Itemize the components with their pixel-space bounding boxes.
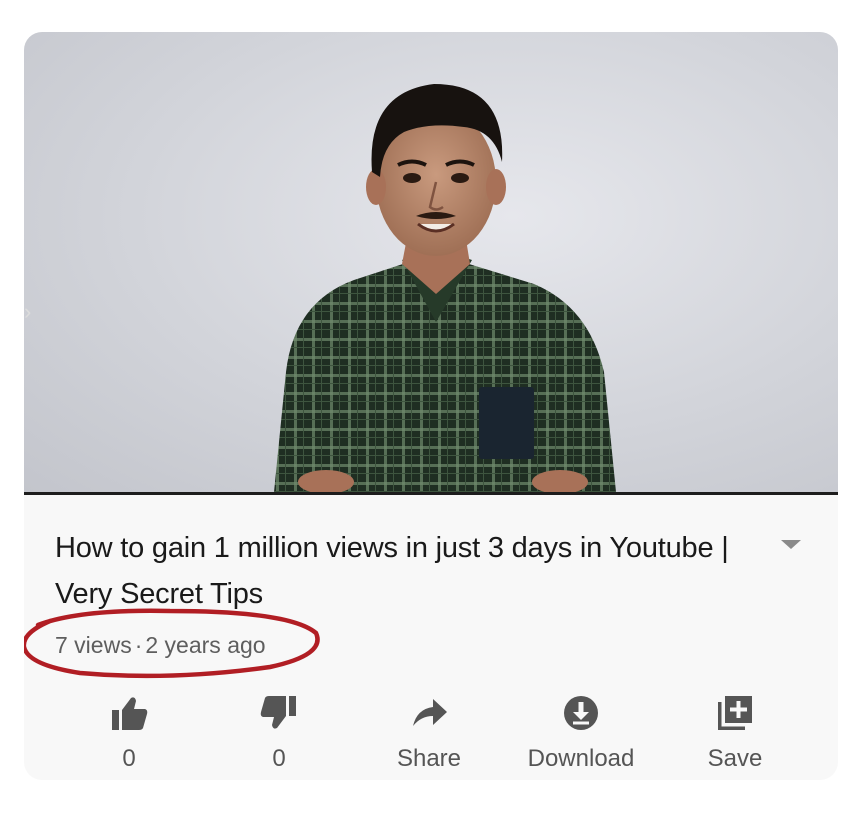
share-button[interactable]: Share <box>354 685 504 775</box>
like-count: 0 <box>122 745 136 772</box>
side-chevron-icon: › <box>24 299 32 324</box>
chevron-down-icon[interactable] <box>781 540 801 549</box>
thumbs-up-icon <box>112 697 148 730</box>
presenter-image <box>274 84 616 492</box>
share-label: Share <box>396 745 462 772</box>
download-button[interactable]: Download <box>506 685 656 775</box>
meta-separator: · <box>134 632 143 658</box>
upload-age: 2 years ago <box>145 632 266 658</box>
dislike-count: 0 <box>272 745 286 772</box>
save-button[interactable]: Save <box>660 685 810 775</box>
share-arrow-icon <box>413 699 447 726</box>
video-info: How to gain 1 million views in just 3 da… <box>24 495 838 780</box>
save-label: Save <box>707 745 763 772</box>
video-meta: 7 views · 2 years ago <box>55 632 266 659</box>
video-thumbnail[interactable]: › <box>24 32 838 495</box>
thumbs-down-icon <box>260 696 296 729</box>
action-bar: 0 0 Share Download Save <box>24 685 838 775</box>
download-icon <box>564 696 598 730</box>
like-button[interactable]: 0 <box>54 685 204 775</box>
download-label: Download <box>527 745 635 772</box>
view-count: 7 views <box>55 632 132 658</box>
dislike-button[interactable]: 0 <box>204 685 354 775</box>
video-card: › How to gain 1 million views in just 3 … <box>24 32 838 780</box>
add-to-playlist-icon <box>718 696 752 730</box>
video-title[interactable]: How to gain 1 million views in just 3 da… <box>55 525 755 617</box>
